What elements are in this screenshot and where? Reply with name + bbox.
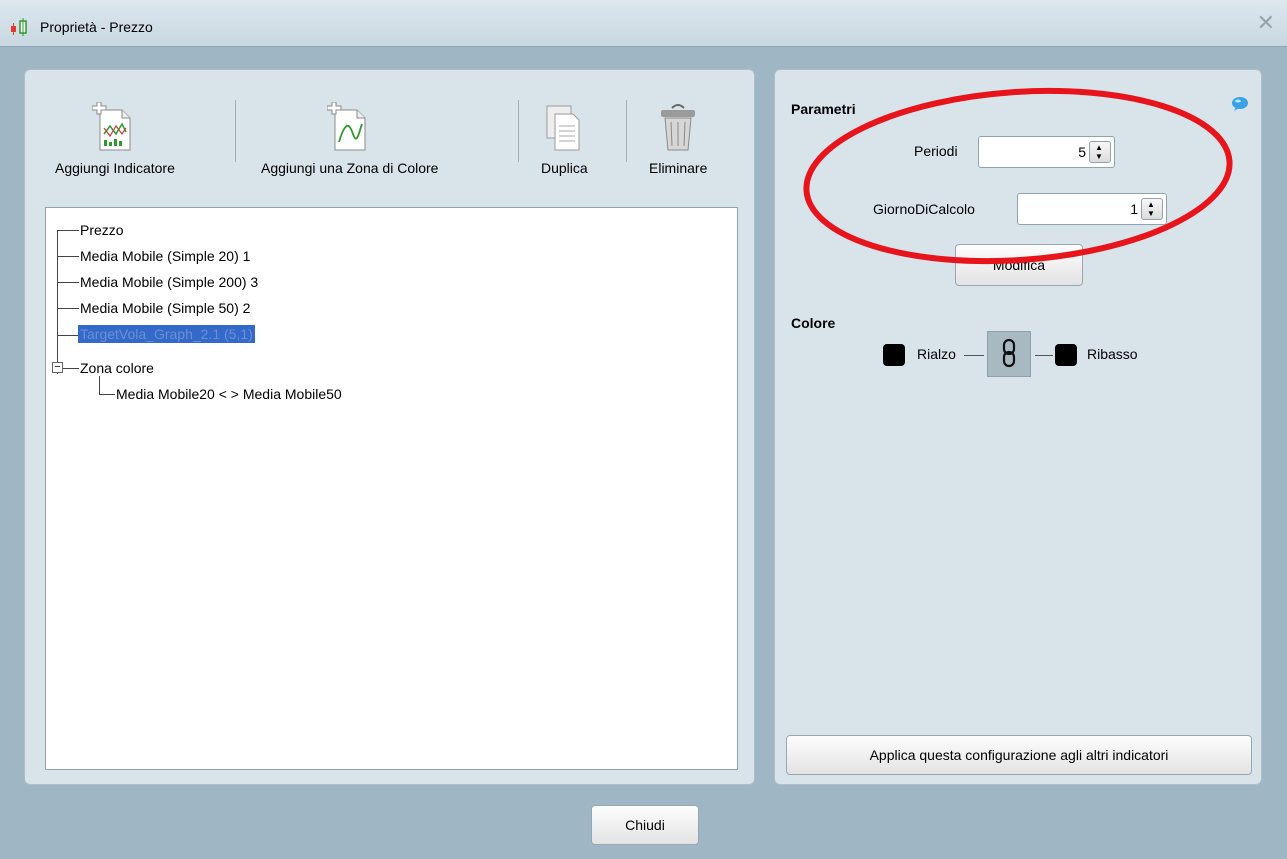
right-panel: Parametri Periodi 5 ▲ ▼ GiornoDiCalcolo 1…	[774, 69, 1262, 785]
add-indicator-button[interactable]: Aggiungi Indicatore	[55, 102, 175, 176]
add-color-zone-button[interactable]: Aggiungi una Zona di Colore	[261, 102, 438, 176]
duplicate-label: Duplica	[541, 160, 588, 176]
link-line	[964, 355, 984, 356]
periodi-stepper[interactable]: 5 ▲ ▼	[978, 136, 1115, 168]
tree-line	[63, 368, 79, 369]
tree-line	[57, 282, 79, 283]
link-line	[1035, 355, 1053, 356]
delete-label: Eliminare	[649, 160, 708, 176]
tree-line	[99, 376, 100, 394]
chat-bubble-icon[interactable]	[1231, 96, 1249, 112]
spin-arrows-icon[interactable]: ▲ ▼	[1089, 141, 1111, 163]
chain-link-icon	[1002, 338, 1016, 368]
toolbar-separator	[518, 100, 519, 162]
duplicate-icon	[546, 105, 580, 151]
tree-line	[57, 335, 79, 336]
params-title: Parametri	[791, 101, 856, 117]
toolbar-separator	[626, 100, 627, 162]
giorno-stepper[interactable]: 1 ▲ ▼	[1017, 193, 1167, 225]
tree-line	[57, 256, 79, 257]
link-colors-button[interactable]	[987, 331, 1031, 377]
close-dialog-button[interactable]: Chiudi	[591, 805, 699, 845]
tree-line	[57, 230, 58, 374]
delete-button[interactable]: Eliminare	[649, 102, 707, 176]
tree-item-mm20[interactable]: Media Mobile (Simple 20) 1	[80, 248, 250, 264]
periodi-value: 5	[1078, 144, 1086, 160]
tree-item-prezzo[interactable]: Prezzo	[80, 222, 124, 238]
tree-item-mm200[interactable]: Media Mobile (Simple 200) 3	[80, 274, 258, 290]
periodi-label: Periodi	[914, 143, 958, 159]
up-color-swatch[interactable]	[883, 344, 905, 366]
add-indicator-label: Aggiungi Indicatore	[55, 160, 175, 176]
modify-button[interactable]: Modifica	[955, 244, 1083, 286]
tree-item-zona-colore[interactable]: Zona colore	[80, 360, 154, 376]
tree-item-mm50[interactable]: Media Mobile (Simple 50) 2	[80, 300, 250, 316]
title-bar: Proprietà - Prezzo ✕	[0, 0, 1287, 47]
close-icon[interactable]: ✕	[1257, 10, 1275, 36]
add-color-zone-label: Aggiungi una Zona di Colore	[261, 160, 439, 176]
trash-icon	[661, 104, 696, 151]
add-indicator-icon	[91, 102, 131, 151]
indicator-tree[interactable]: Prezzo Media Mobile (Simple 20) 1 Media …	[45, 207, 738, 770]
toolbar-separator	[235, 100, 236, 162]
apply-config-button[interactable]: Applica questa configurazione agli altri…	[786, 735, 1252, 775]
color-title: Colore	[791, 315, 836, 331]
tree-line	[57, 230, 79, 231]
spin-arrows-icon[interactable]: ▲ ▼	[1141, 198, 1163, 220]
tree-item-zone-rule[interactable]: Media Mobile20 < > Media Mobile50	[116, 386, 342, 402]
down-label: Ribasso	[1087, 346, 1138, 362]
tree-line	[99, 394, 115, 395]
duplicate-button[interactable]: Duplica	[541, 102, 588, 176]
giorno-value: 1	[1130, 201, 1138, 217]
add-zone-icon	[326, 102, 366, 151]
down-color-swatch[interactable]	[1055, 344, 1077, 366]
giorno-label: GiornoDiCalcolo	[873, 201, 975, 217]
tree-line	[57, 308, 79, 309]
collapse-icon[interactable]: −	[52, 362, 63, 373]
window-title: Proprietà - Prezzo	[40, 19, 153, 35]
tree-item-targetvola[interactable]: TargetVola_Graph_2.1 (5,1)	[78, 325, 255, 343]
candlestick-icon	[11, 18, 27, 36]
left-panel: Aggiungi Indicatore Aggiungi una Zona di…	[24, 69, 755, 785]
up-label: Rialzo	[917, 346, 956, 362]
